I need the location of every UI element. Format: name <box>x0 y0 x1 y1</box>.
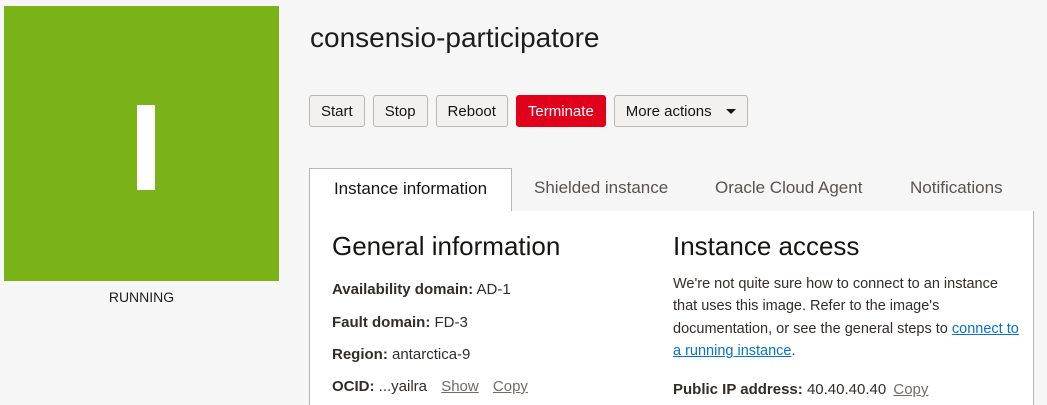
reboot-button[interactable]: Reboot <box>435 95 508 127</box>
general-information-heading: General information <box>332 231 561 261</box>
region-value: antarctica-9 <box>392 346 471 363</box>
availability-domain-row: Availability domain: AD-1 <box>332 281 511 298</box>
instance-running-icon <box>137 105 155 190</box>
chevron-down-icon <box>725 108 736 114</box>
stop-button[interactable]: Stop <box>372 95 428 127</box>
page-title: consensio-participatore <box>310 22 600 53</box>
region-label: Region: <box>332 346 388 363</box>
public-ip-copy-link[interactable]: Copy <box>893 381 928 398</box>
tab-instance-information[interactable]: Instance information <box>309 168 512 212</box>
ocid-row: OCID: ...yailra Show Copy <box>332 378 528 395</box>
fault-domain-value: FD-3 <box>434 314 468 331</box>
instance-tabs: Instance information Shielded instance O… <box>309 168 1034 212</box>
fault-domain-row: Fault domain: FD-3 <box>332 314 468 331</box>
instance-access-text: We're not quite sure how to connect to a… <box>673 276 998 337</box>
more-actions-button[interactable]: More actions <box>613 95 748 127</box>
start-button[interactable]: Start <box>309 95 365 127</box>
availability-domain-label: Availability domain: <box>332 281 474 298</box>
terminate-button[interactable]: Terminate <box>515 95 606 127</box>
instance-status-tile <box>4 6 279 281</box>
public-ip-value: 40.40.40.40 <box>806 381 887 398</box>
instance-information-panel: General information Availability domain:… <box>309 211 1034 405</box>
ocid-copy-link[interactable]: Copy <box>493 378 528 395</box>
fault-domain-label: Fault domain: <box>332 314 431 331</box>
ocid-show-link[interactable]: Show <box>441 378 479 395</box>
instance-details-page: RUNNING consensio-participatore Start St… <box>0 0 1047 405</box>
tab-shielded-instance[interactable]: Shielded instance <box>534 168 668 211</box>
ocid-value: ...yailra <box>378 378 428 395</box>
instance-access-heading: Instance access <box>673 231 860 261</box>
availability-domain-value: AD-1 <box>476 281 511 298</box>
more-actions-label: More actions <box>625 102 712 120</box>
instance-status-label: RUNNING <box>108 289 175 305</box>
public-ip-label: Public IP address: <box>673 381 803 398</box>
public-ip-row: Public IP address: 40.40.40.40 Copy <box>673 381 928 398</box>
instance-access-text-end: . <box>791 342 796 359</box>
instance-action-bar: Start Stop Reboot Terminate More actions <box>309 95 748 127</box>
region-row: Region: antarctica-9 <box>332 346 470 363</box>
tab-oracle-cloud-agent[interactable]: Oracle Cloud Agent <box>715 168 862 211</box>
ocid-label: OCID: <box>332 378 375 395</box>
tab-notifications[interactable]: Notifications <box>910 168 1003 211</box>
instance-access-description: We're not quite sure how to connect to a… <box>673 273 1023 362</box>
